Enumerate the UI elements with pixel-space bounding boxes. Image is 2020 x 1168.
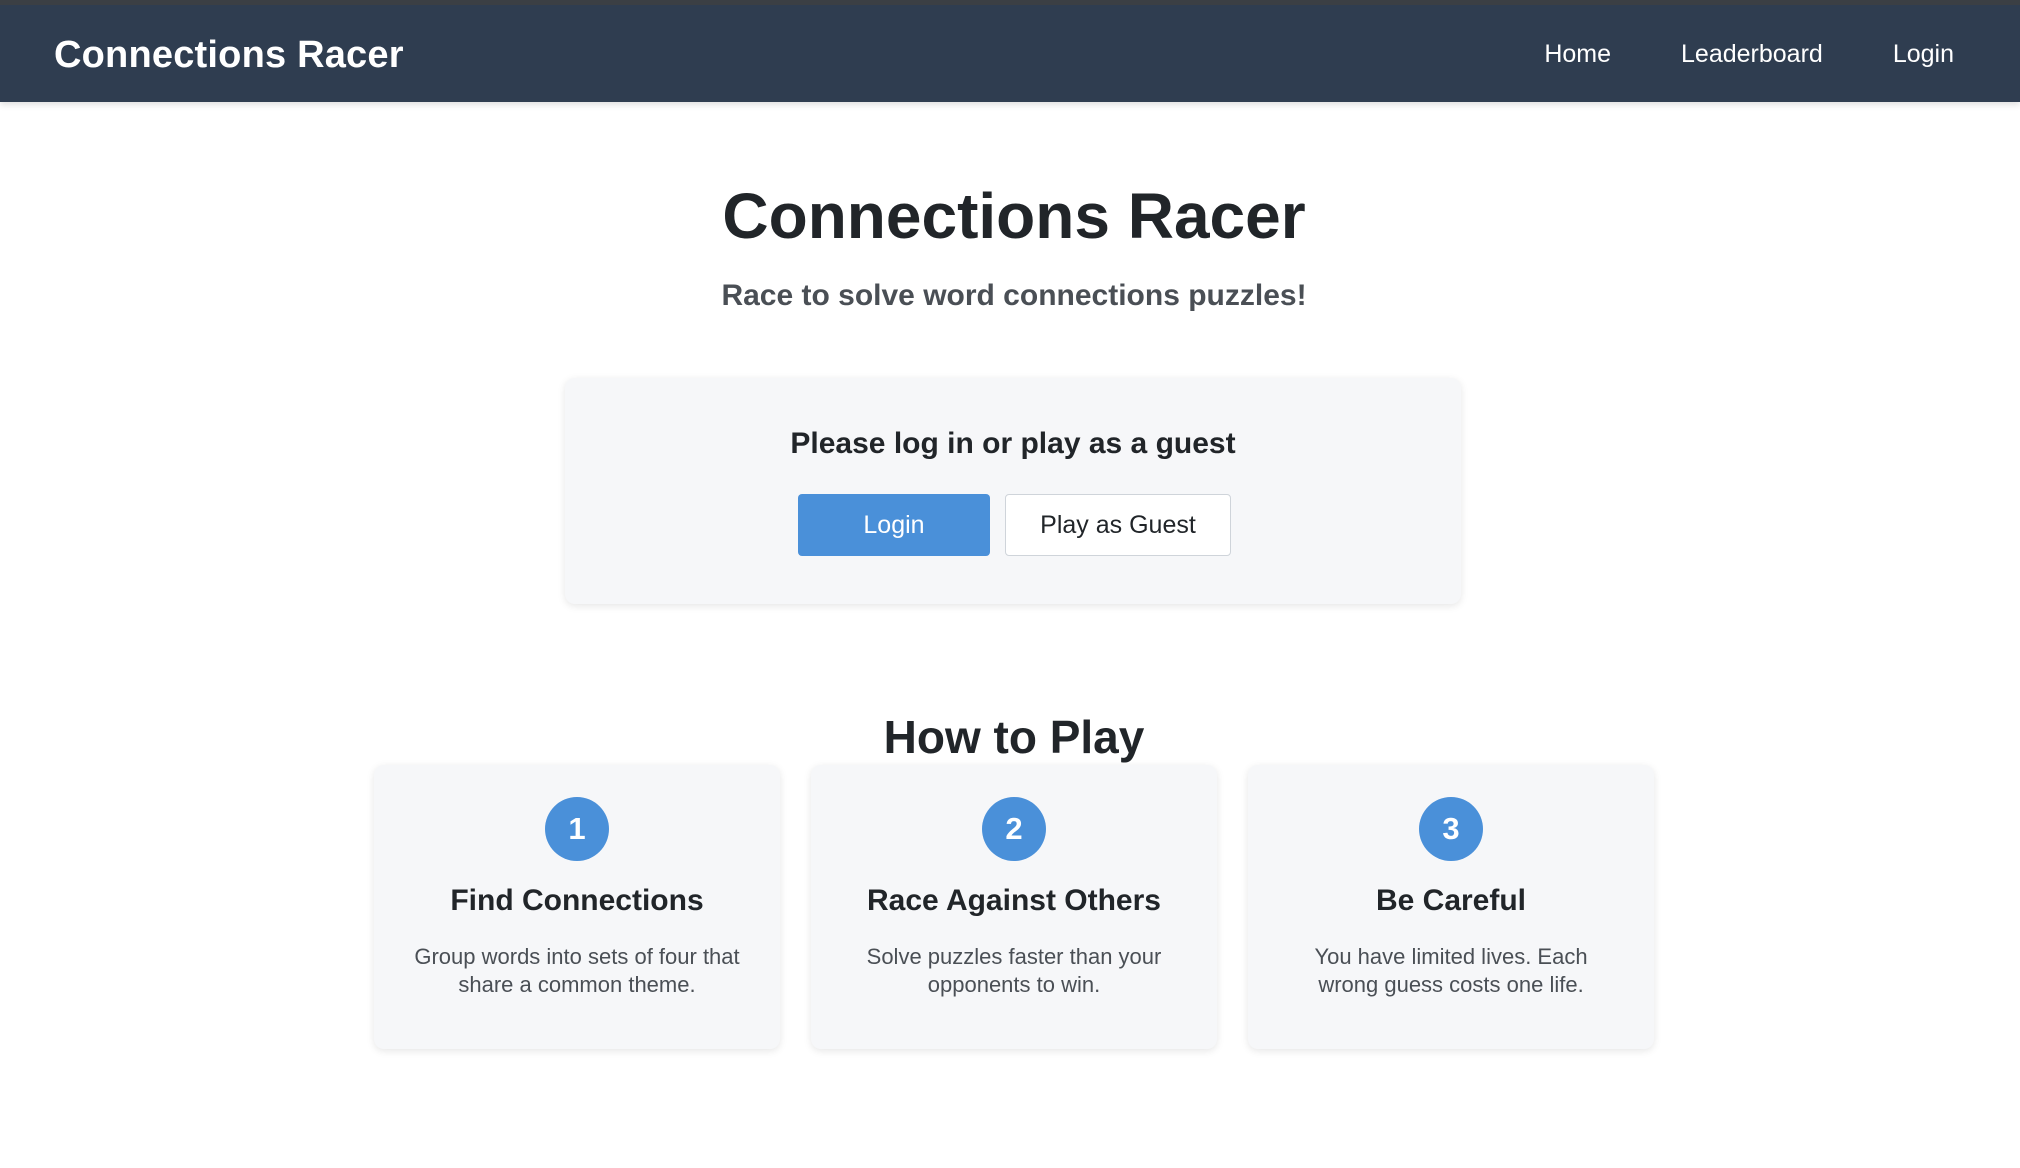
auth-card: Please log in or play as a guest Login P… bbox=[565, 378, 1461, 604]
nav-link-leaderboard[interactable]: Leaderboard bbox=[1681, 39, 1823, 69]
step-number-badge: 2 bbox=[982, 797, 1046, 861]
step-number-badge: 1 bbox=[545, 797, 609, 861]
step-description: Solve puzzles faster than your opponents… bbox=[866, 944, 1162, 997]
top-navbar: Connections Racer Home Leaderboard Login bbox=[0, 0, 2020, 102]
login-button[interactable]: Login bbox=[798, 494, 990, 556]
step-card-race-against-others: 2 Race Against Others Solve puzzles fast… bbox=[811, 765, 1217, 1049]
nav-links: Home Leaderboard Login bbox=[1544, 39, 1954, 69]
step-card-find-connections: 1 Find Connections Group words into sets… bbox=[374, 765, 780, 1049]
step-title: Find Connections bbox=[450, 884, 704, 917]
step-number-badge: 3 bbox=[1419, 797, 1483, 861]
how-to-play-heading: How to Play bbox=[883, 711, 1145, 764]
step-title: Race Against Others bbox=[867, 884, 1161, 917]
step-description: Group words into sets of four that share… bbox=[414, 944, 740, 997]
brand-link[interactable]: Connections Racer bbox=[54, 33, 404, 79]
step-title: Be Careful bbox=[1375, 884, 1527, 917]
step-card-be-careful: 3 Be Careful You have limited lives. Eac… bbox=[1248, 765, 1654, 1049]
nav-link-home[interactable]: Home bbox=[1544, 39, 1611, 69]
step-description: You have limited lives. Each wrong guess… bbox=[1314, 944, 1588, 997]
nav-link-login[interactable]: Login bbox=[1893, 39, 1954, 69]
page-subtitle: Race to solve word connections puzzles! bbox=[721, 279, 1307, 312]
play-as-guest-button[interactable]: Play as Guest bbox=[1005, 494, 1231, 556]
auth-prompt: Please log in or play as a guest bbox=[790, 427, 1236, 460]
page-title: Connections Racer bbox=[722, 180, 1306, 252]
